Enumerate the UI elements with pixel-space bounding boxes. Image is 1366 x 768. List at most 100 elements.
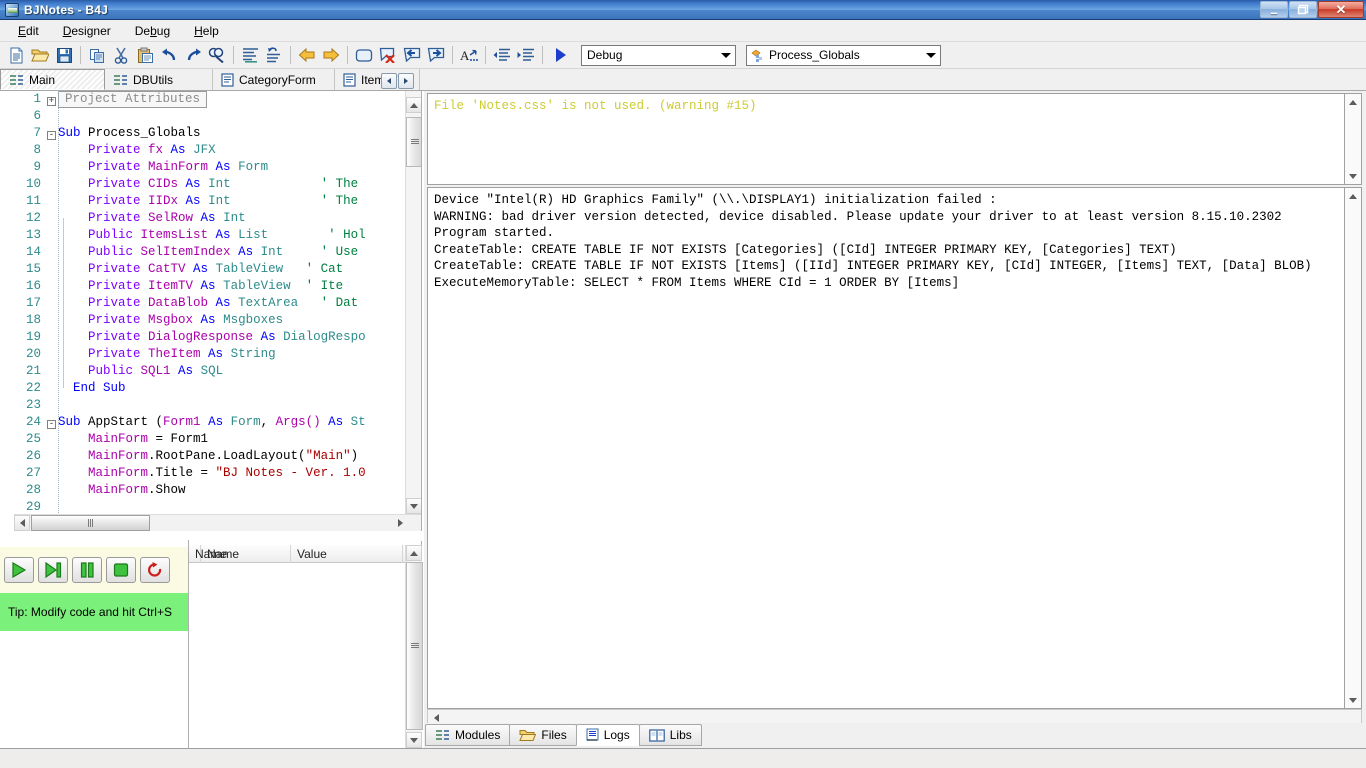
next-bookmark-icon[interactable] xyxy=(424,44,448,66)
indent-icon[interactable] xyxy=(514,44,538,66)
code-editor-text[interactable]: 1 + Project Attributes 6 7- Sub Process_Globa… xyxy=(0,91,405,531)
code-navigation-select[interactable]: Process_Globals xyxy=(746,44,941,66)
variables-table-body[interactable] xyxy=(189,563,405,748)
back-arrow-icon[interactable] xyxy=(295,44,319,66)
code-fold-toggle[interactable]: + xyxy=(45,91,58,108)
stop-button[interactable] xyxy=(106,557,136,583)
code-line[interactable]: 21 Public SQL1 As SQL xyxy=(0,363,405,380)
redo-icon[interactable] xyxy=(181,44,205,66)
code-line[interactable]: 24- Sub AppStart (Form1 As Form, Args() A… xyxy=(0,414,405,431)
code-line[interactable]: 18 Private Msgbox As Msgboxes xyxy=(0,312,405,329)
scroll-up-button[interactable] xyxy=(406,97,421,113)
prev-bookmark-icon[interactable] xyxy=(400,44,424,66)
scroll-up-button[interactable] xyxy=(1345,94,1361,110)
code-line[interactable]: 9 Private MainForm As Form xyxy=(0,159,405,176)
run-icon[interactable] xyxy=(547,44,575,66)
tab-scroll-right-button[interactable] xyxy=(398,73,414,89)
tab-libs[interactable]: Libs xyxy=(638,724,702,746)
tab-logs[interactable]: Logs xyxy=(575,724,640,746)
minimize-button[interactable]: – xyxy=(1260,1,1288,19)
code-line[interactable]: 26 MainForm.RootPane.LoadLayout("Main") xyxy=(0,448,405,465)
column-header-value[interactable]: Value xyxy=(291,545,403,563)
code-editor[interactable]: 1 + Project Attributes 6 7- Sub Process_Globa… xyxy=(0,91,422,531)
code-line[interactable]: 7- Sub Process_Globals xyxy=(0,125,405,142)
close-button[interactable]: ✕ xyxy=(1318,1,1364,18)
warnings-vertical-scrollbar[interactable] xyxy=(1345,93,1362,185)
scroll-thumb-horizontal[interactable] xyxy=(31,515,150,531)
code-line[interactable]: 28 MainForm.Show xyxy=(0,482,405,499)
code-fold-toggle[interactable]: - xyxy=(45,414,58,431)
save-icon[interactable] xyxy=(52,44,76,66)
scroll-down-button[interactable] xyxy=(1345,168,1361,184)
code-line[interactable]: 6 xyxy=(0,108,405,125)
compiler-warnings-panel[interactable]: File 'Notes.css' is not used. (warning #… xyxy=(427,93,1345,185)
code-line[interactable]: 10 Private CIDs As Int ' The xyxy=(0,176,405,193)
code-line[interactable]: 17 Private DataBlob As TextArea ' Dat xyxy=(0,295,405,312)
restart-button[interactable] xyxy=(140,557,170,583)
module-tab-main[interactable]: Main xyxy=(0,69,105,90)
tab-files[interactable]: Files xyxy=(509,724,577,746)
tab-modules[interactable]: Modules xyxy=(425,724,511,746)
step-over-button[interactable] xyxy=(38,557,68,583)
code-line[interactable]: 27 MainForm.Title = "BJ Notes - Ver. 1.0 xyxy=(0,465,405,482)
outdent-icon[interactable] xyxy=(490,44,514,66)
tab-scroll-left-button[interactable] xyxy=(381,73,397,89)
code-line[interactable]: 19 Private DialogResponse As DialogRespo xyxy=(0,329,405,346)
scroll-down-button[interactable] xyxy=(1345,692,1361,708)
scroll-down-button[interactable] xyxy=(406,498,421,514)
menu-item-edit[interactable]: Edit xyxy=(6,21,51,41)
scroll-thumb[interactable] xyxy=(406,562,423,730)
code-line[interactable]: 11 Private IIDx As Int ' The xyxy=(0,193,405,210)
open-folder-icon[interactable] xyxy=(28,44,52,66)
sort-undo-icon[interactable] xyxy=(262,44,286,66)
variables-vertical-scrollbar[interactable] xyxy=(405,545,423,748)
paste-icon[interactable] xyxy=(133,44,157,66)
code-line[interactable]: 20 Private TheItem As String xyxy=(0,346,405,363)
column-header-name[interactable]: Name xyxy=(189,545,227,563)
menu-item-designer[interactable]: Designer xyxy=(51,21,123,41)
code-line[interactable]: 25 MainForm = Form1 xyxy=(0,431,405,448)
find-icon[interactable] xyxy=(205,44,229,66)
module-tab-dbutils[interactable]: DBUtils xyxy=(105,69,213,90)
scroll-thumb[interactable] xyxy=(406,117,421,167)
code-editor-vertical-scrollbar[interactable] xyxy=(405,91,421,514)
menu-item-help[interactable]: Help xyxy=(182,21,231,41)
scroll-down-button[interactable] xyxy=(406,732,422,748)
font-size-icon[interactable]: A xyxy=(457,44,481,66)
scroll-right-button[interactable] xyxy=(392,515,408,531)
scroll-up-button[interactable] xyxy=(1345,188,1361,204)
code-fold-toggle[interactable]: - xyxy=(45,125,58,142)
undo-icon[interactable] xyxy=(157,44,181,66)
code-line[interactable]: 1 + Project Attributes xyxy=(0,91,405,108)
maximize-button[interactable] xyxy=(1289,1,1317,18)
continue-button[interactable] xyxy=(4,557,34,583)
cut-icon[interactable] xyxy=(109,44,133,66)
logs-vertical-scrollbar[interactable] xyxy=(1345,187,1362,709)
new-file-icon[interactable] xyxy=(4,44,28,66)
scroll-up-button[interactable] xyxy=(406,545,422,561)
code-line[interactable]: 8 Private fx As JFX xyxy=(0,142,405,159)
code-line[interactable]: 16 Private ItemTV As TableView ' Ite xyxy=(0,278,405,295)
copy-icon[interactable] xyxy=(85,44,109,66)
bookmark-icon[interactable] xyxy=(352,44,376,66)
program-output-panel[interactable]: Device "Intel(R) HD Graphics Family" (\\… xyxy=(427,187,1345,709)
menu-item-debug[interactable]: Debug xyxy=(123,21,182,41)
code-editor-horizontal-scrollbar[interactable] xyxy=(14,514,421,531)
code-line[interactable]: 12 Private SelRow As Int xyxy=(0,210,405,227)
code-line[interactable]: 23 xyxy=(0,397,405,414)
code-line[interactable]: 13 Public ItemsList As List ' Hol xyxy=(0,227,405,244)
build-configuration-select[interactable]: Debug xyxy=(581,44,736,66)
code-line[interactable]: 14 Public SelItemIndex As Int ' Use xyxy=(0,244,405,261)
variables-pane[interactable]: Name Name Value xyxy=(189,541,423,748)
column-header-name-label[interactable]: Name xyxy=(201,545,291,563)
module-tab-categoryform[interactable]: CategoryForm xyxy=(213,69,335,90)
code-line[interactable]: 15 Private CatTV As TableView ' Cat xyxy=(0,261,405,278)
code-line[interactable]: 22 End Sub xyxy=(0,380,405,397)
project-attributes-block[interactable]: Project Attributes xyxy=(58,91,208,108)
format-lines-icon[interactable] xyxy=(238,44,262,66)
forward-arrow-icon[interactable] xyxy=(319,44,343,66)
scroll-left-button[interactable] xyxy=(14,515,30,531)
pause-button[interactable] xyxy=(72,557,102,583)
clear-bookmarks-icon[interactable] xyxy=(376,44,400,66)
